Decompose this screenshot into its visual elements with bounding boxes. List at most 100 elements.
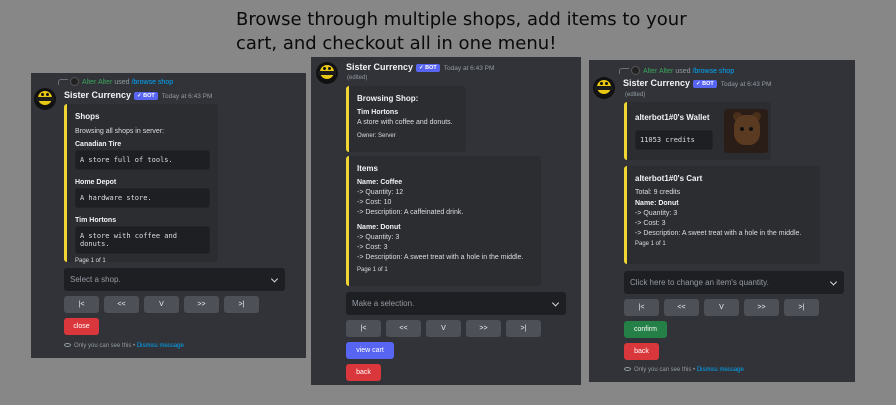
shop-description: A store with coffee and donuts. — [357, 119, 453, 126]
headline-line-1: Browse through multiple shops, add items… — [236, 9, 687, 30]
embed-description: Browsing all shops in server: — [75, 128, 165, 135]
bot-avatar[interactable] — [316, 62, 338, 84]
wallet-thumbnail-image — [724, 109, 768, 153]
shops-embed: Shops Browsing all shops in server: Cana… — [64, 104, 218, 264]
bot-username-row: Sister Currency ✓ BOT Today at 6:43 PM — [64, 90, 212, 100]
select-placeholder: Select a shop. — [70, 275, 121, 284]
first-page-button[interactable]: |< — [346, 320, 381, 337]
bot-badge: ✓ BOT — [134, 92, 158, 100]
bot-avatar[interactable] — [593, 77, 615, 99]
reply-used-text: used — [675, 68, 691, 75]
confirm-button[interactable]: confirm — [624, 321, 667, 338]
embed-title: Shops — [75, 112, 100, 121]
shop-name: Tim Hortons — [75, 217, 117, 224]
ephemeral-notice: Only you can see this • Dismiss message — [624, 367, 744, 373]
chevron-down-icon — [270, 274, 279, 283]
reply-username[interactable]: Alter Alter — [82, 79, 112, 86]
next-page-button[interactable]: >> — [466, 320, 501, 337]
select-page-button[interactable]: V — [426, 320, 461, 337]
items-embed: Items Name: Coffee -> Quantity: 12 -> Co… — [346, 156, 541, 286]
bot-avatar[interactable] — [34, 88, 56, 110]
shop-name: Home Depot — [75, 179, 117, 186]
item-cost: -> Cost: 3 — [635, 220, 666, 227]
select-placeholder: Click here to change an item's quantity. — [630, 278, 769, 287]
item-name: Name: Donut — [635, 200, 679, 207]
select-placeholder: Make a selection. — [352, 299, 415, 308]
cart-embed: alterbot1#0's Cart Total: 9 credits Name… — [624, 166, 820, 264]
item-name: Name: Coffee — [357, 179, 403, 186]
dismiss-message-link[interactable]: Dismiss message — [697, 367, 744, 373]
item-quantity: -> Quantity: 3 — [635, 210, 678, 217]
embed-footer: Page 1 of 1 — [635, 241, 666, 247]
first-page-button[interactable]: |< — [624, 299, 659, 316]
prev-page-button[interactable]: << — [386, 320, 421, 337]
bot-username[interactable]: Sister Currency — [64, 90, 131, 100]
reply-reference[interactable]: Alter Alter used /browse shop — [619, 66, 734, 75]
cart-total: Total: 9 credits — [635, 189, 681, 196]
item-quantity: -> Quantity: 12 — [357, 189, 404, 196]
reply-command[interactable]: /browse shop — [131, 79, 173, 86]
shop-name: Canadian Tire — [75, 141, 122, 148]
last-page-button[interactable]: >| — [224, 296, 259, 313]
shop-select-dropdown[interactable]: Select a shop. — [64, 268, 285, 291]
shop-description: A hardware store. — [75, 188, 210, 208]
item-description: -> Description: A sweet treat with a hol… — [635, 230, 802, 237]
select-page-button[interactable]: V — [144, 296, 179, 313]
wallet-credits: 11053 credits — [635, 130, 713, 150]
dismiss-message-link[interactable]: Dismiss message — [137, 343, 184, 349]
page-navigation: |< << V >> >| — [346, 320, 541, 337]
embed-title: alterbot1#0's Cart — [635, 174, 703, 183]
item-select-dropdown[interactable]: Make a selection. — [346, 292, 566, 315]
bot-username[interactable]: Sister Currency — [623, 78, 690, 88]
back-button[interactable]: back — [624, 343, 659, 360]
item-description: -> Description: A caffeinated drink. — [357, 209, 464, 216]
message-timestamp: Today at 6:43 PM — [720, 81, 772, 88]
edited-label: (edited) — [625, 92, 646, 98]
reply-avatar — [70, 77, 79, 86]
browse-shop-message-panel: Sister Currency ✓ BOT Today at 6:43 PM (ed… — [311, 57, 581, 385]
item-cost: -> Cost: 10 — [357, 199, 392, 206]
bot-username[interactable]: Sister Currency — [346, 62, 413, 72]
close-button[interactable]: close — [64, 318, 99, 335]
embed-footer: Page 1 of 1 — [75, 258, 106, 264]
back-button[interactable]: back — [346, 364, 381, 381]
message-timestamp: Today at 6:43 PM — [443, 65, 495, 72]
item-name: Name: Donut — [357, 224, 401, 231]
wallet-embed: alterbot1#0's Wallet 11053 credits — [624, 102, 771, 160]
headline: Browse through multiple shops, add items… — [236, 8, 756, 56]
chevron-down-icon — [551, 298, 560, 307]
message-timestamp: Today at 6:43 PM — [161, 93, 213, 100]
reply-used-text: used — [114, 79, 130, 86]
next-page-button[interactable]: >> — [744, 299, 779, 316]
bot-username-row: Sister Currency ✓ BOT Today at 6:43 PM — [346, 62, 494, 72]
shop-description: A store full of tools. — [75, 150, 210, 170]
page-navigation: |< << V >> >| — [624, 299, 819, 316]
prev-page-button[interactable]: << — [664, 299, 699, 316]
chevron-down-icon — [829, 277, 838, 286]
reply-hook-icon — [58, 79, 68, 85]
shop-name: Tim Hortons — [357, 109, 399, 116]
shops-message-panel: Alter Alter used /browse shop Sister Cur… — [31, 73, 306, 358]
reply-command[interactable]: /browse shop — [692, 68, 734, 75]
bot-badge: ✓ BOT — [416, 64, 440, 72]
last-page-button[interactable]: >| — [784, 299, 819, 316]
ephemeral-notice: Only you can see this • Dismiss message — [64, 343, 184, 349]
view-cart-button[interactable]: view cart — [346, 342, 394, 359]
shop-description: A store with coffee and donuts. — [75, 226, 210, 254]
eye-icon — [64, 343, 71, 347]
reply-username[interactable]: Alter Alter — [643, 68, 673, 75]
cart-message-panel: Alter Alter used /browse shop Sister Cur… — [589, 60, 855, 382]
prev-page-button[interactable]: << — [104, 296, 139, 313]
quantity-select-dropdown[interactable]: Click here to change an item's quantity. — [624, 271, 844, 294]
reply-reference[interactable]: Alter Alter used /browse shop — [58, 77, 173, 86]
embed-title: Items — [357, 164, 378, 173]
last-page-button[interactable]: >| — [506, 320, 541, 337]
bot-username-row: Sister Currency ✓ BOT Today at 6:43 PM — [623, 78, 771, 88]
first-page-button[interactable]: |< — [64, 296, 99, 313]
select-page-button[interactable]: V — [704, 299, 739, 316]
next-page-button[interactable]: >> — [184, 296, 219, 313]
shop-owner: Owner: Server — [357, 133, 396, 139]
notice-text: Only you can see this — [634, 367, 692, 373]
eye-icon — [624, 367, 631, 371]
item-description: -> Description: A sweet treat with a hol… — [357, 254, 524, 261]
